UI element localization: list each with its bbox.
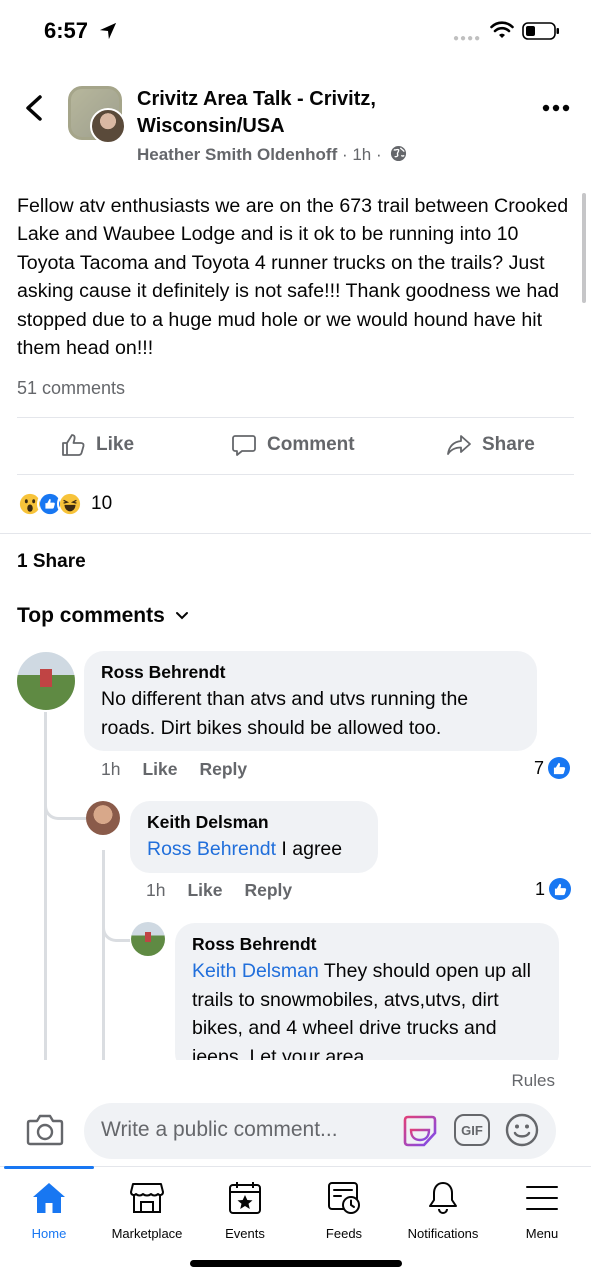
events-icon <box>229 1182 261 1214</box>
comment-reply-button[interactable]: Reply <box>200 759 248 780</box>
comment-meta: 1h Like Reply <box>146 880 292 901</box>
share-button[interactable]: Share <box>446 432 535 458</box>
cellular-signal-icon: ●●●● <box>453 33 482 44</box>
comment-bubble[interactable]: Ross Behrendt No different than atvs and… <box>84 651 537 751</box>
like-badge-icon <box>548 757 571 779</box>
comment-text: No different than atvs and utvs running … <box>101 688 469 739</box>
scroll-indicator <box>582 193 586 303</box>
menu-icon <box>526 1186 558 1210</box>
comment-bubble[interactable]: Keith Delsman Ross Behrendt I agree <box>130 801 378 873</box>
share-icon <box>447 435 471 455</box>
share-label: Share <box>482 434 535 455</box>
commenter-avatar[interactable] <box>86 801 120 835</box>
like-button[interactable]: Like <box>60 432 134 458</box>
tab-feeds[interactable]: Feeds <box>294 1180 394 1241</box>
comment-button[interactable]: Comment <box>231 432 355 458</box>
haha-reaction-icon <box>57 491 83 517</box>
globe-icon <box>391 145 407 162</box>
comment-mention[interactable]: Ross Behrendt <box>147 838 276 860</box>
post-action-row: Like Comment Share <box>0 418 591 474</box>
more-options-icon[interactable] <box>540 98 572 118</box>
tab-label: Notifications <box>407 1226 479 1241</box>
comment-icon <box>232 435 256 456</box>
thread-line <box>102 850 105 1062</box>
thumbs-up-icon <box>62 434 85 456</box>
comment-count[interactable]: 51 comments <box>17 378 125 399</box>
divider <box>0 533 591 534</box>
tab-marketplace[interactable]: Marketplace <box>97 1180 197 1241</box>
thread-connector <box>102 912 130 942</box>
comment-mention[interactable]: Keith Delsman <box>192 960 319 982</box>
post-body: Fellow atv enthusiasts we are on the 673… <box>17 195 569 360</box>
like-badge-icon <box>549 878 572 900</box>
camera-icon[interactable] <box>26 1113 64 1147</box>
battery-icon <box>522 22 559 40</box>
status-bar: 6:57 ●●●● <box>0 0 591 64</box>
reactions-summary[interactable]: 10 <box>17 490 112 518</box>
tab-label: Menu <box>525 1226 559 1241</box>
author-avatar[interactable] <box>90 108 126 144</box>
status-time: 6:57 <box>44 18 89 43</box>
tab-home[interactable]: Home <box>0 1180 99 1241</box>
comment-like-number: 1 <box>535 878 546 899</box>
comment-input-placeholder[interactable]: Write a public comment... <box>101 1118 338 1142</box>
comment-bubble[interactable]: Ross Behrendt Keith Delsman They should … <box>175 923 559 1073</box>
comment-meta: 1h Like Reply <box>101 759 247 780</box>
commenter-avatar[interactable] <box>17 652 75 710</box>
comment-sort-dropdown[interactable]: Top comments <box>17 604 189 628</box>
tab-label: Feeds <box>325 1226 363 1241</box>
tab-notifications[interactable]: Notifications <box>393 1180 493 1241</box>
location-arrow-icon <box>99 22 117 40</box>
home-icon <box>33 1183 65 1213</box>
post-meta: Heather Smith Oldenhoff · 1h · <box>137 145 407 165</box>
post-time: 1h <box>352 145 372 164</box>
back-button[interactable] <box>22 94 46 122</box>
share-count[interactable]: 1 Share <box>17 551 86 573</box>
tab-menu[interactable]: Menu <box>492 1180 591 1241</box>
comment-time: 1h <box>101 759 121 779</box>
like-label: Like <box>96 434 135 455</box>
divider <box>17 474 574 475</box>
tab-events[interactable]: Events <box>195 1180 295 1241</box>
tab-label: Marketplace <box>111 1226 183 1241</box>
author-name[interactable]: Heather Smith Oldenhoff <box>137 145 337 164</box>
bell-icon <box>429 1182 457 1215</box>
comment-sort-label: Top comments <box>17 604 165 627</box>
thread-connector <box>44 790 86 820</box>
wifi-icon <box>490 21 514 38</box>
active-tab-indicator <box>4 1166 94 1169</box>
comment-like-number: 7 <box>534 757 545 778</box>
comment-text: I agree <box>276 838 343 860</box>
emoji-icon[interactable] <box>505 1113 539 1147</box>
reaction-count: 10 <box>91 493 113 514</box>
group-title[interactable]: Crivitz Area Talk - Crivitz, Wisconsin/U… <box>137 86 437 140</box>
comment-author[interactable]: Ross Behrendt <box>192 934 542 955</box>
gif-button[interactable]: GIF <box>454 1114 490 1146</box>
comment-author[interactable]: Keith Delsman <box>147 812 361 833</box>
comment-reply-button[interactable]: Reply <box>245 880 293 901</box>
comment-author[interactable]: Ross Behrendt <box>101 662 520 683</box>
marketplace-icon <box>130 1183 164 1213</box>
comment-time: 1h <box>146 880 166 900</box>
rules-link[interactable]: Rules <box>512 1071 555 1091</box>
thread-line <box>44 712 47 1062</box>
comment-like-button[interactable]: Like <box>187 880 222 901</box>
comment-like-count[interactable]: 1 <box>535 878 572 900</box>
chevron-down-icon <box>175 612 188 620</box>
comment-like-button[interactable]: Like <box>142 759 177 780</box>
commenter-avatar[interactable] <box>131 922 165 956</box>
tab-label: Home <box>31 1226 67 1241</box>
feeds-icon <box>328 1182 360 1214</box>
avatar-sticker-icon[interactable] <box>402 1113 438 1149</box>
comment-like-count[interactable]: 7 <box>534 757 571 779</box>
comment-label: Comment <box>267 434 355 455</box>
tab-label: Events <box>225 1226 265 1241</box>
home-indicator <box>190 1260 402 1267</box>
